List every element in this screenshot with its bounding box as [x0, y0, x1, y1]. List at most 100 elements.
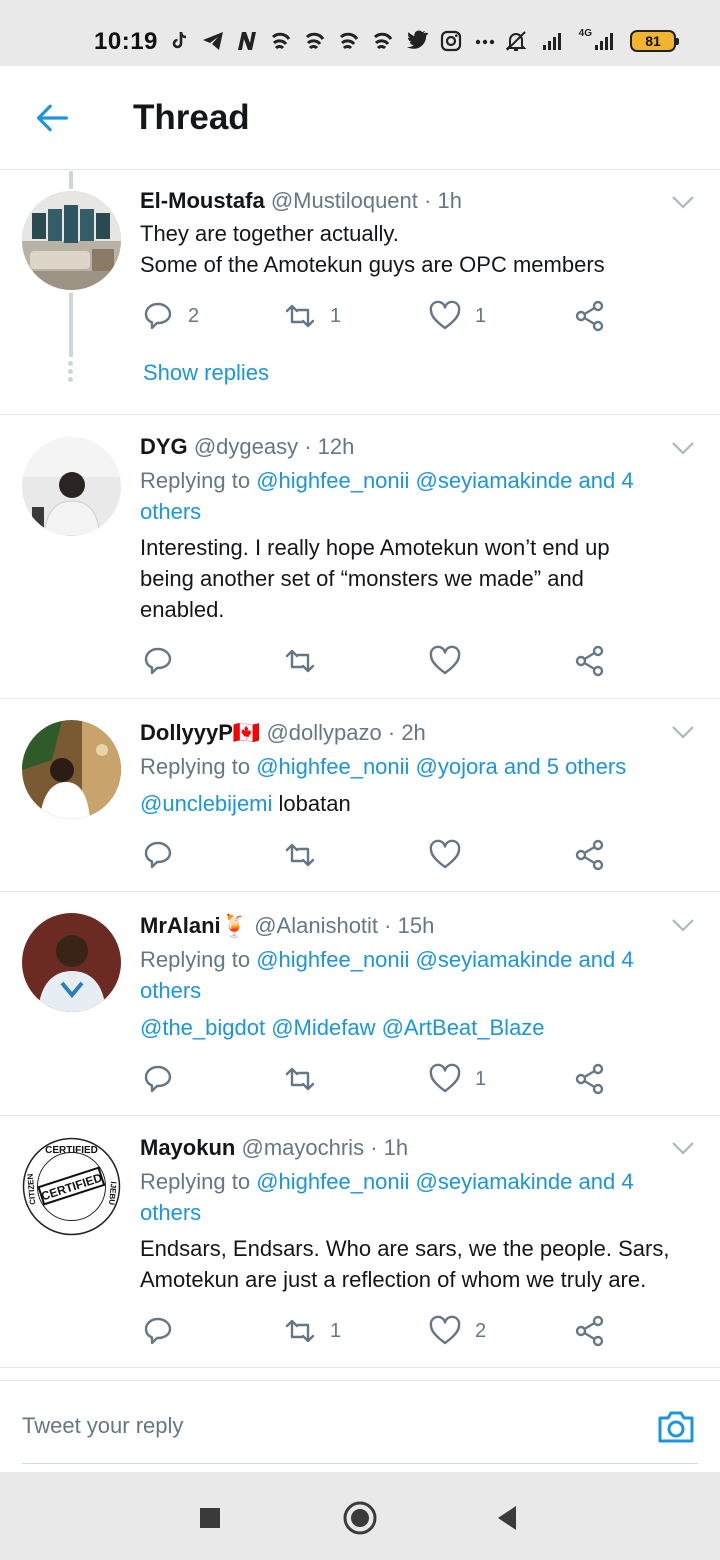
like-button[interactable]: 2 — [429, 1314, 486, 1348]
retweet-button[interactable] — [284, 644, 316, 678]
avatar[interactable]: CERTIFIED CERTIFIED CITIZEN IJEBU — [22, 1137, 121, 1236]
show-replies-link[interactable]: Show replies — [143, 360, 269, 386]
tweet-time: · 15h — [384, 913, 435, 938]
signal-4g-icon: 4G — [579, 29, 618, 53]
thread-header: Thread — [0, 66, 720, 170]
share-button[interactable] — [574, 299, 606, 333]
thread-dots — [68, 361, 74, 382]
reply-icon — [144, 647, 172, 675]
replying-to-label: Replying to — [140, 754, 251, 779]
heart-icon — [429, 1315, 461, 1345]
chevron-down-icon[interactable] — [670, 916, 696, 934]
user-handle[interactable]: @Mustiloquent — [271, 188, 418, 213]
n-app-icon — [234, 28, 260, 54]
avatar[interactable] — [22, 191, 121, 290]
heart-icon — [429, 1063, 461, 1093]
tweet-header: DYG @dygeasy · 12h — [140, 434, 354, 460]
replying-to-users[interactable]: @highfee_nonii @yojora and 5 others — [256, 754, 626, 779]
tweet-item[interactable]: DYG @dygeasy · 12h Replying to @highfee_… — [0, 416, 720, 699]
retweet-icon — [285, 843, 315, 867]
reply-button[interactable]: 2 — [142, 299, 199, 333]
share-button[interactable] — [574, 644, 606, 678]
like-button[interactable]: 1 — [429, 1062, 486, 1096]
retweet-button[interactable]: 1 — [284, 1314, 341, 1348]
tweet-time: · 12h — [304, 434, 355, 459]
tweet-time: · 2h — [387, 720, 426, 745]
reply-input[interactable]: Tweet your reply — [22, 1413, 183, 1439]
swirl-icon — [370, 28, 396, 54]
like-button[interactable]: 1 — [429, 299, 486, 333]
swirl-icon — [302, 28, 328, 54]
mention-link[interactable]: @unclebijemi — [140, 791, 272, 816]
avatar[interactable] — [22, 913, 121, 1012]
retweet-icon — [285, 649, 315, 673]
like-button[interactable] — [429, 838, 461, 872]
system-nav-bar — [0, 1472, 720, 1560]
share-button[interactable] — [574, 838, 606, 872]
tweet-text-content: lobatan — [272, 791, 351, 816]
share-button[interactable] — [574, 1314, 606, 1348]
retweet-button[interactable]: 1 — [284, 299, 341, 333]
retweet-count: 1 — [330, 304, 342, 327]
reply-button[interactable] — [142, 1314, 174, 1348]
chevron-down-icon[interactable] — [670, 439, 696, 457]
display-name[interactable]: MrAlani🍹 — [140, 913, 248, 938]
telegram-icon — [200, 28, 226, 54]
tweet-header: DollyyyP🇨🇦 @dollypazo · 2h — [140, 720, 426, 746]
tweet-item[interactable]: CERTIFIED CERTIFIED CITIZEN IJEBU Mayoku… — [0, 1117, 720, 1368]
tweet-actions: 1 2 — [140, 1314, 620, 1348]
camera-icon[interactable] — [656, 1409, 696, 1445]
thread-connector-top — [69, 171, 73, 189]
display-name[interactable]: Mayokun — [140, 1135, 235, 1160]
chevron-down-icon[interactable] — [670, 723, 696, 741]
back-nav-button[interactable] — [490, 1500, 526, 1536]
swirl-icon — [336, 28, 362, 54]
tweet-text: They are together actually. Some of the … — [140, 218, 680, 280]
reply-button[interactable] — [142, 644, 174, 678]
twitter-icon — [404, 28, 430, 54]
reply-button[interactable] — [142, 838, 174, 872]
battery-icon: 81 — [630, 30, 679, 52]
heart-icon — [429, 645, 461, 675]
tweet-item[interactable]: MrAlani🍹 @Alanishotit · 15h Replying to … — [0, 893, 720, 1116]
tweet-item[interactable]: DollyyyP🇨🇦 @dollypazo · 2h Replying to @… — [0, 700, 720, 892]
avatar[interactable] — [22, 437, 121, 536]
replying-to: Replying to @highfee_nonii @seyiamakinde… — [140, 1166, 670, 1228]
tweet-time: · 1h — [370, 1135, 409, 1160]
user-handle[interactable]: @mayochris — [241, 1135, 364, 1160]
status-time: 10:19 — [94, 28, 158, 55]
share-button[interactable] — [574, 1062, 606, 1096]
user-handle[interactable]: @dygeasy — [194, 434, 298, 459]
network-type: 4G — [578, 28, 592, 39]
page-title: Thread — [133, 98, 250, 137]
notification-icons — [166, 26, 498, 56]
display-name[interactable]: DYG — [140, 434, 188, 459]
like-count: 2 — [475, 1319, 487, 1342]
display-name[interactable]: El-Moustafa — [140, 188, 265, 213]
retweet-count: 1 — [330, 1319, 342, 1342]
like-button[interactable] — [429, 644, 461, 678]
replying-to: Replying to @highfee_nonii @seyiamakinde… — [140, 944, 670, 1006]
back-button[interactable] — [30, 96, 74, 140]
system-icons: 4G 81 — [503, 28, 679, 54]
tiktok-icon — [166, 28, 192, 54]
reply-button[interactable] — [142, 1062, 174, 1096]
chevron-down-icon[interactable] — [670, 193, 696, 211]
tweet-item[interactable]: El-Moustafa @Mustiloquent · 1h They are … — [0, 171, 720, 415]
recent-apps-button[interactable] — [192, 1500, 228, 1536]
display-name[interactable]: DollyyyP🇨🇦 — [140, 720, 260, 745]
arrow-left-icon — [36, 104, 68, 132]
chevron-down-icon[interactable] — [670, 1139, 696, 1157]
retweet-button[interactable] — [284, 838, 316, 872]
like-count: 1 — [475, 304, 487, 327]
reply-icon — [144, 302, 172, 330]
user-handle[interactable]: @dollypazo — [266, 720, 381, 745]
mention-links[interactable]: @the_bigdot @Midefaw @ArtBeat_Blaze — [140, 1012, 680, 1043]
retweet-button[interactable] — [284, 1062, 316, 1096]
mute-icon — [503, 28, 529, 54]
home-button[interactable] — [342, 1500, 378, 1536]
user-handle[interactable]: @Alanishotit — [254, 913, 378, 938]
avatar[interactable] — [22, 720, 121, 819]
more-dots-icon — [472, 28, 498, 54]
share-icon — [575, 645, 604, 677]
